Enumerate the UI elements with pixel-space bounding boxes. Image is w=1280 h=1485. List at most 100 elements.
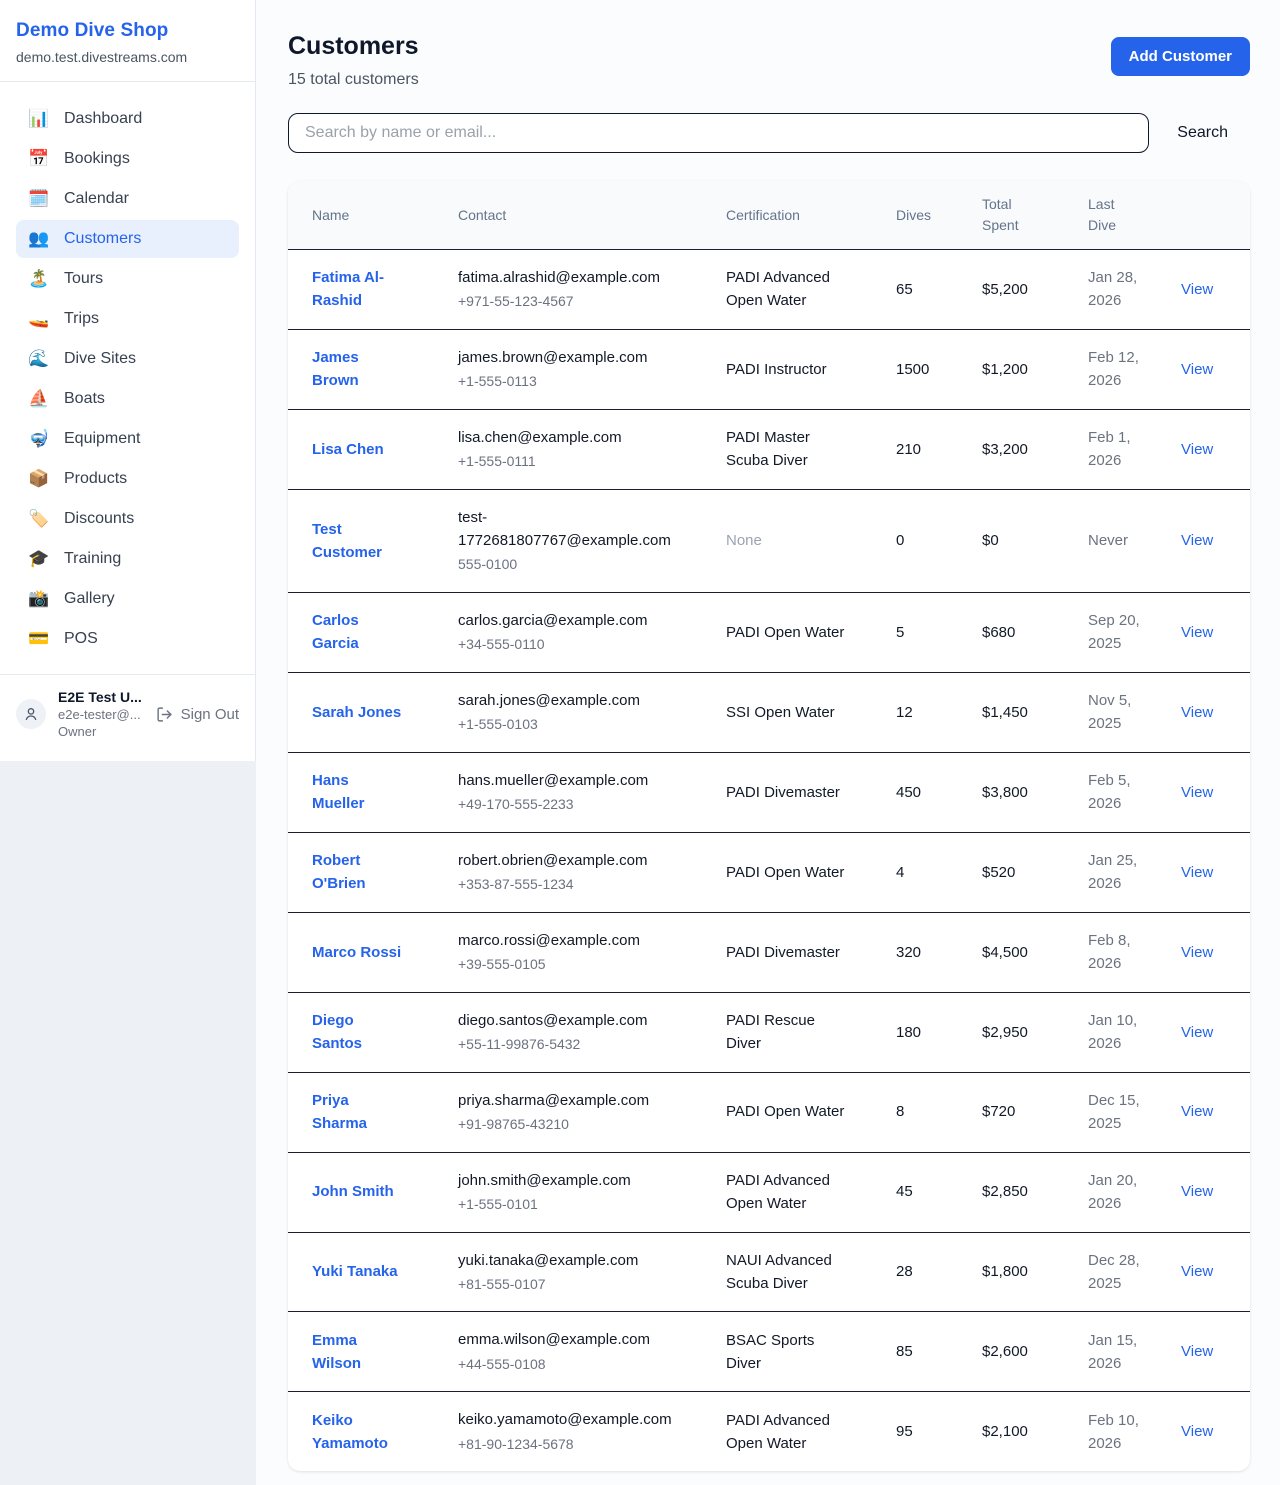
view-link[interactable]: View bbox=[1181, 441, 1213, 458]
user-role: Owner bbox=[58, 724, 144, 739]
customer-name-cell: Fatima Al-Rashid bbox=[288, 250, 434, 330]
view-link[interactable]: View bbox=[1181, 864, 1213, 881]
sidebar-item-pos[interactable]: 💳POS bbox=[16, 620, 239, 658]
actions-cell: View bbox=[1157, 992, 1250, 1072]
customer-name-link[interactable]: Keiko Yamamoto bbox=[312, 1412, 388, 1452]
sidebar-item-customers[interactable]: 👥Customers bbox=[16, 220, 239, 258]
view-link[interactable]: View bbox=[1181, 1263, 1213, 1280]
certification-cell: PADI Advanced Open Water bbox=[702, 250, 872, 330]
customer-contact-cell: robert.obrien@example.com+353-87-555-123… bbox=[434, 832, 702, 912]
actions-cell: View bbox=[1157, 912, 1250, 992]
logout-icon bbox=[156, 706, 173, 723]
customer-contact-cell: priya.sharma@example.com+91-98765-43210 bbox=[434, 1072, 702, 1152]
customer-contact-cell: keiko.yamamoto@example.com+81-90-1234-56… bbox=[434, 1392, 702, 1471]
sidebar-item-dive-sites[interactable]: 🌊Dive Sites bbox=[16, 340, 239, 378]
add-customer-button[interactable]: Add Customer bbox=[1111, 37, 1250, 76]
customer-contact-cell: yuki.tanaka@example.com+81-555-0107 bbox=[434, 1232, 702, 1312]
actions-cell: View bbox=[1157, 593, 1250, 673]
sidebar-item-training[interactable]: 🎓Training bbox=[16, 540, 239, 578]
view-link[interactable]: View bbox=[1181, 624, 1213, 641]
customer-contact-cell: john.smith@example.com+1-555-0101 bbox=[434, 1152, 702, 1232]
customer-contact-cell: diego.santos@example.com+55-11-99876-543… bbox=[434, 992, 702, 1072]
actions-cell: View bbox=[1157, 1312, 1250, 1392]
view-link[interactable]: View bbox=[1181, 1343, 1213, 1360]
dives-cell: 320 bbox=[872, 912, 958, 992]
customer-name-link[interactable]: John Smith bbox=[312, 1183, 394, 1200]
table-header-row: NameContactCertificationDivesTotal Spent… bbox=[288, 181, 1250, 250]
sidebar-item-calendar[interactable]: 🗓️Calendar bbox=[16, 180, 239, 218]
certification-cell: PADI Open Water bbox=[702, 832, 872, 912]
certification-cell: PADI Advanced Open Water bbox=[702, 1392, 872, 1471]
column-header-actions bbox=[1157, 181, 1250, 250]
view-link[interactable]: View bbox=[1181, 532, 1213, 549]
view-link[interactable]: View bbox=[1181, 1423, 1213, 1440]
view-link[interactable]: View bbox=[1181, 704, 1213, 721]
customer-name-link[interactable]: Yuki Tanaka bbox=[312, 1263, 398, 1280]
customer-name-link[interactable]: Lisa Chen bbox=[312, 441, 384, 458]
people-icon: 👥 bbox=[28, 229, 50, 249]
user-name: E2E Test U... bbox=[58, 689, 144, 705]
customer-name-link[interactable]: James Brown bbox=[312, 349, 359, 389]
actions-cell: View bbox=[1157, 832, 1250, 912]
sidebar-item-label: Training bbox=[64, 550, 121, 568]
table-row: Hans Muellerhans.mueller@example.com+49-… bbox=[288, 752, 1250, 832]
last-dive-cell: Feb 10, 2026 bbox=[1064, 1392, 1157, 1471]
certification-cell: PADI Rescue Diver bbox=[702, 992, 872, 1072]
last-dive-cell: Feb 5, 2026 bbox=[1064, 752, 1157, 832]
customers-table-card: NameContactCertificationDivesTotal Spent… bbox=[288, 181, 1250, 1471]
table-row: Carlos Garcia carlos.garcia@example.com+3… bbox=[288, 593, 1250, 673]
customer-phone: +81-555-0107 bbox=[458, 1274, 692, 1296]
view-link[interactable]: View bbox=[1181, 944, 1213, 961]
customer-phone: +44-555-0108 bbox=[458, 1354, 692, 1376]
customer-name-cell: Emma Wilson bbox=[288, 1312, 434, 1392]
table-row: Priya Sharma priya.sharma@example.com+91-… bbox=[288, 1072, 1250, 1152]
view-link[interactable]: View bbox=[1181, 1103, 1213, 1120]
customer-phone: +49-170-555-2233 bbox=[458, 794, 692, 816]
search-button[interactable]: Search bbox=[1149, 124, 1250, 142]
sidebar-item-equipment[interactable]: 🤿Equipment bbox=[16, 420, 239, 458]
sidebar-item-discounts[interactable]: 🏷️Discounts bbox=[16, 500, 239, 538]
customer-contact-cell: carlos.garcia@example.com+34-555-0110 bbox=[434, 593, 702, 673]
customer-name-link[interactable]: Test Customer bbox=[312, 521, 382, 561]
customer-phone: 555-0100 bbox=[458, 554, 692, 576]
view-link[interactable]: View bbox=[1181, 361, 1213, 378]
customer-phone: +1-555-0101 bbox=[458, 1194, 692, 1216]
sidebar-item-dashboard[interactable]: 📊Dashboard bbox=[16, 100, 239, 138]
customer-contact-cell: lisa.chen@example.com+1-555-0111 bbox=[434, 409, 702, 489]
sidebar-item-bookings[interactable]: 📅Bookings bbox=[16, 140, 239, 178]
customer-name-link[interactable]: Hans Mueller bbox=[312, 772, 365, 812]
customer-name-link[interactable]: Marco Rossi bbox=[312, 944, 401, 961]
customer-name-cell: Test Customer bbox=[288, 489, 434, 592]
dives-cell: 8 bbox=[872, 1072, 958, 1152]
view-link[interactable]: View bbox=[1181, 281, 1213, 298]
customer-name-link[interactable]: Diego Santos bbox=[312, 1012, 362, 1052]
sidebar-item-label: Discounts bbox=[64, 510, 134, 528]
customer-name-link[interactable]: Priya Sharma bbox=[312, 1092, 367, 1132]
sidebar-item-tours[interactable]: 🏝️Tours bbox=[16, 260, 239, 298]
table-row: Emma Wilson emma.wilson@example.com+44-55… bbox=[288, 1312, 1250, 1392]
sidebar-item-trips[interactable]: 🚤Trips bbox=[16, 300, 239, 338]
customer-name-cell: Carlos Garcia bbox=[288, 593, 434, 673]
customer-contact-cell: emma.wilson@example.com+44-555-0108 bbox=[434, 1312, 702, 1392]
actions-cell: View bbox=[1157, 1072, 1250, 1152]
customer-name-link[interactable]: Robert O'Brien bbox=[312, 852, 366, 892]
sidebar-item-boats[interactable]: ⛵Boats bbox=[16, 380, 239, 418]
customer-name-link[interactable]: Sarah Jones bbox=[312, 704, 401, 721]
view-link[interactable]: View bbox=[1181, 1183, 1213, 1200]
certification-cell: PADI Advanced Open Water bbox=[702, 1152, 872, 1232]
dives-cell: 65 bbox=[872, 250, 958, 330]
sidebar-item-products[interactable]: 📦Products bbox=[16, 460, 239, 498]
customer-name-link[interactable]: Emma Wilson bbox=[312, 1332, 361, 1372]
view-link[interactable]: View bbox=[1181, 1024, 1213, 1041]
dives-cell: 12 bbox=[872, 672, 958, 752]
view-link[interactable]: View bbox=[1181, 784, 1213, 801]
column-header-total_spent: Total Spent bbox=[958, 181, 1064, 250]
customer-name-cell: Marco Rossi bbox=[288, 912, 434, 992]
sign-out-button[interactable]: Sign Out bbox=[156, 706, 239, 723]
customer-name-link[interactable]: Fatima Al-Rashid bbox=[312, 269, 384, 309]
sidebar-item-gallery[interactable]: 📸Gallery bbox=[16, 580, 239, 618]
sidebar-item-label: POS bbox=[64, 630, 98, 648]
customer-name-link[interactable]: Carlos Garcia bbox=[312, 612, 359, 652]
search-input[interactable] bbox=[288, 113, 1149, 153]
page-header: Customers 15 total customers Add Custome… bbox=[288, 32, 1250, 89]
